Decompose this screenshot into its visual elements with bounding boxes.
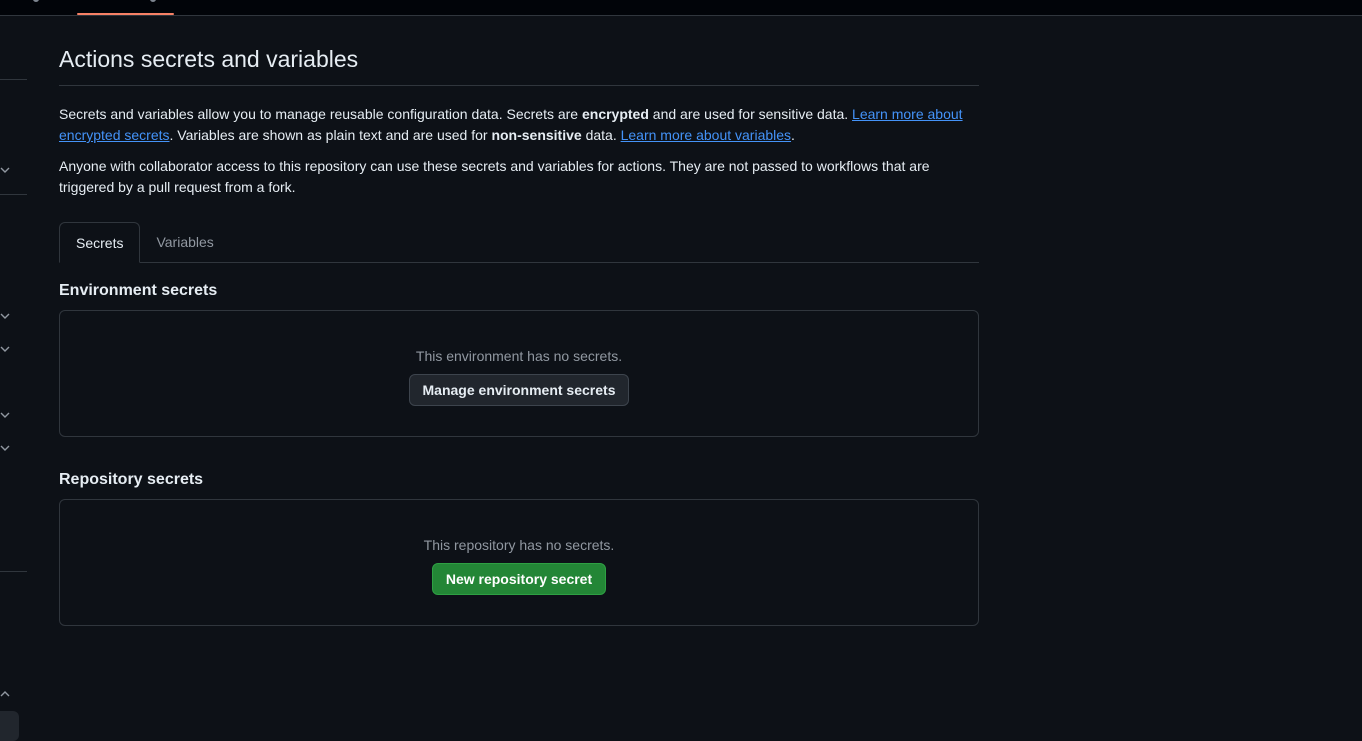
access-note: Anyone with collaborator access to this … (59, 158, 930, 195)
intro-text: . Variables are shown as plain text and … (169, 127, 492, 143)
top-navigation-bar (0, 0, 1362, 16)
tab-secrets[interactable]: Secrets (59, 222, 141, 263)
environment-secrets-title: Environment secrets (59, 282, 218, 299)
manage-environment-secrets-button[interactable]: Manage environment secrets (408, 374, 630, 406)
page-title: Actions secrets and variables (59, 46, 979, 86)
intro-text: data. (581, 127, 621, 143)
repository-secrets-title: Repository secrets (59, 471, 204, 488)
intro-bold-encrypted: encrypted (581, 106, 649, 122)
repository-secrets-box: This repository has no secrets. New repo… (59, 499, 979, 626)
nav-fragment (150, 0, 156, 2)
learn-more-variables-link[interactable]: Learn more about variables (621, 127, 791, 143)
chevron-down-icon[interactable] (0, 344, 10, 354)
chevron-down-icon[interactable] (0, 311, 10, 321)
intro-text: . (791, 127, 795, 143)
secrets-variables-tabs: Secrets Variables (59, 222, 979, 263)
sidebar-divider (0, 571, 27, 572)
tab-variables[interactable]: Variables (140, 222, 229, 262)
chevron-up-icon[interactable] (0, 689, 10, 699)
main-content: Actions secrets and variables Secrets an… (59, 16, 979, 626)
chevron-down-icon[interactable] (0, 165, 10, 175)
sidebar-divider (0, 79, 27, 80)
intro-bold-non-sensitive: non-sensitive (491, 127, 582, 143)
intro-text: Secrets and variables allow you to manag… (59, 106, 582, 122)
settings-sidebar (0, 16, 28, 741)
intro-text: and are used for sensitive data. (648, 106, 853, 122)
chevron-down-icon[interactable] (0, 410, 10, 420)
repository-empty-message: This repository has no secrets. (423, 537, 615, 553)
chevron-down-icon[interactable] (0, 443, 10, 453)
selected-nav-underline (77, 13, 174, 15)
environment-secrets-box: This environment has no secrets. Manage … (59, 310, 979, 437)
new-repository-secret-button[interactable]: New repository secret (431, 563, 607, 595)
sidebar-selected-item[interactable] (0, 711, 19, 741)
sidebar-divider (0, 194, 27, 195)
environment-empty-message: This environment has no secrets. (415, 348, 623, 364)
nav-fragment (33, 0, 39, 2)
intro-paragraph: Secrets and variables allow you to manag… (59, 104, 979, 146)
